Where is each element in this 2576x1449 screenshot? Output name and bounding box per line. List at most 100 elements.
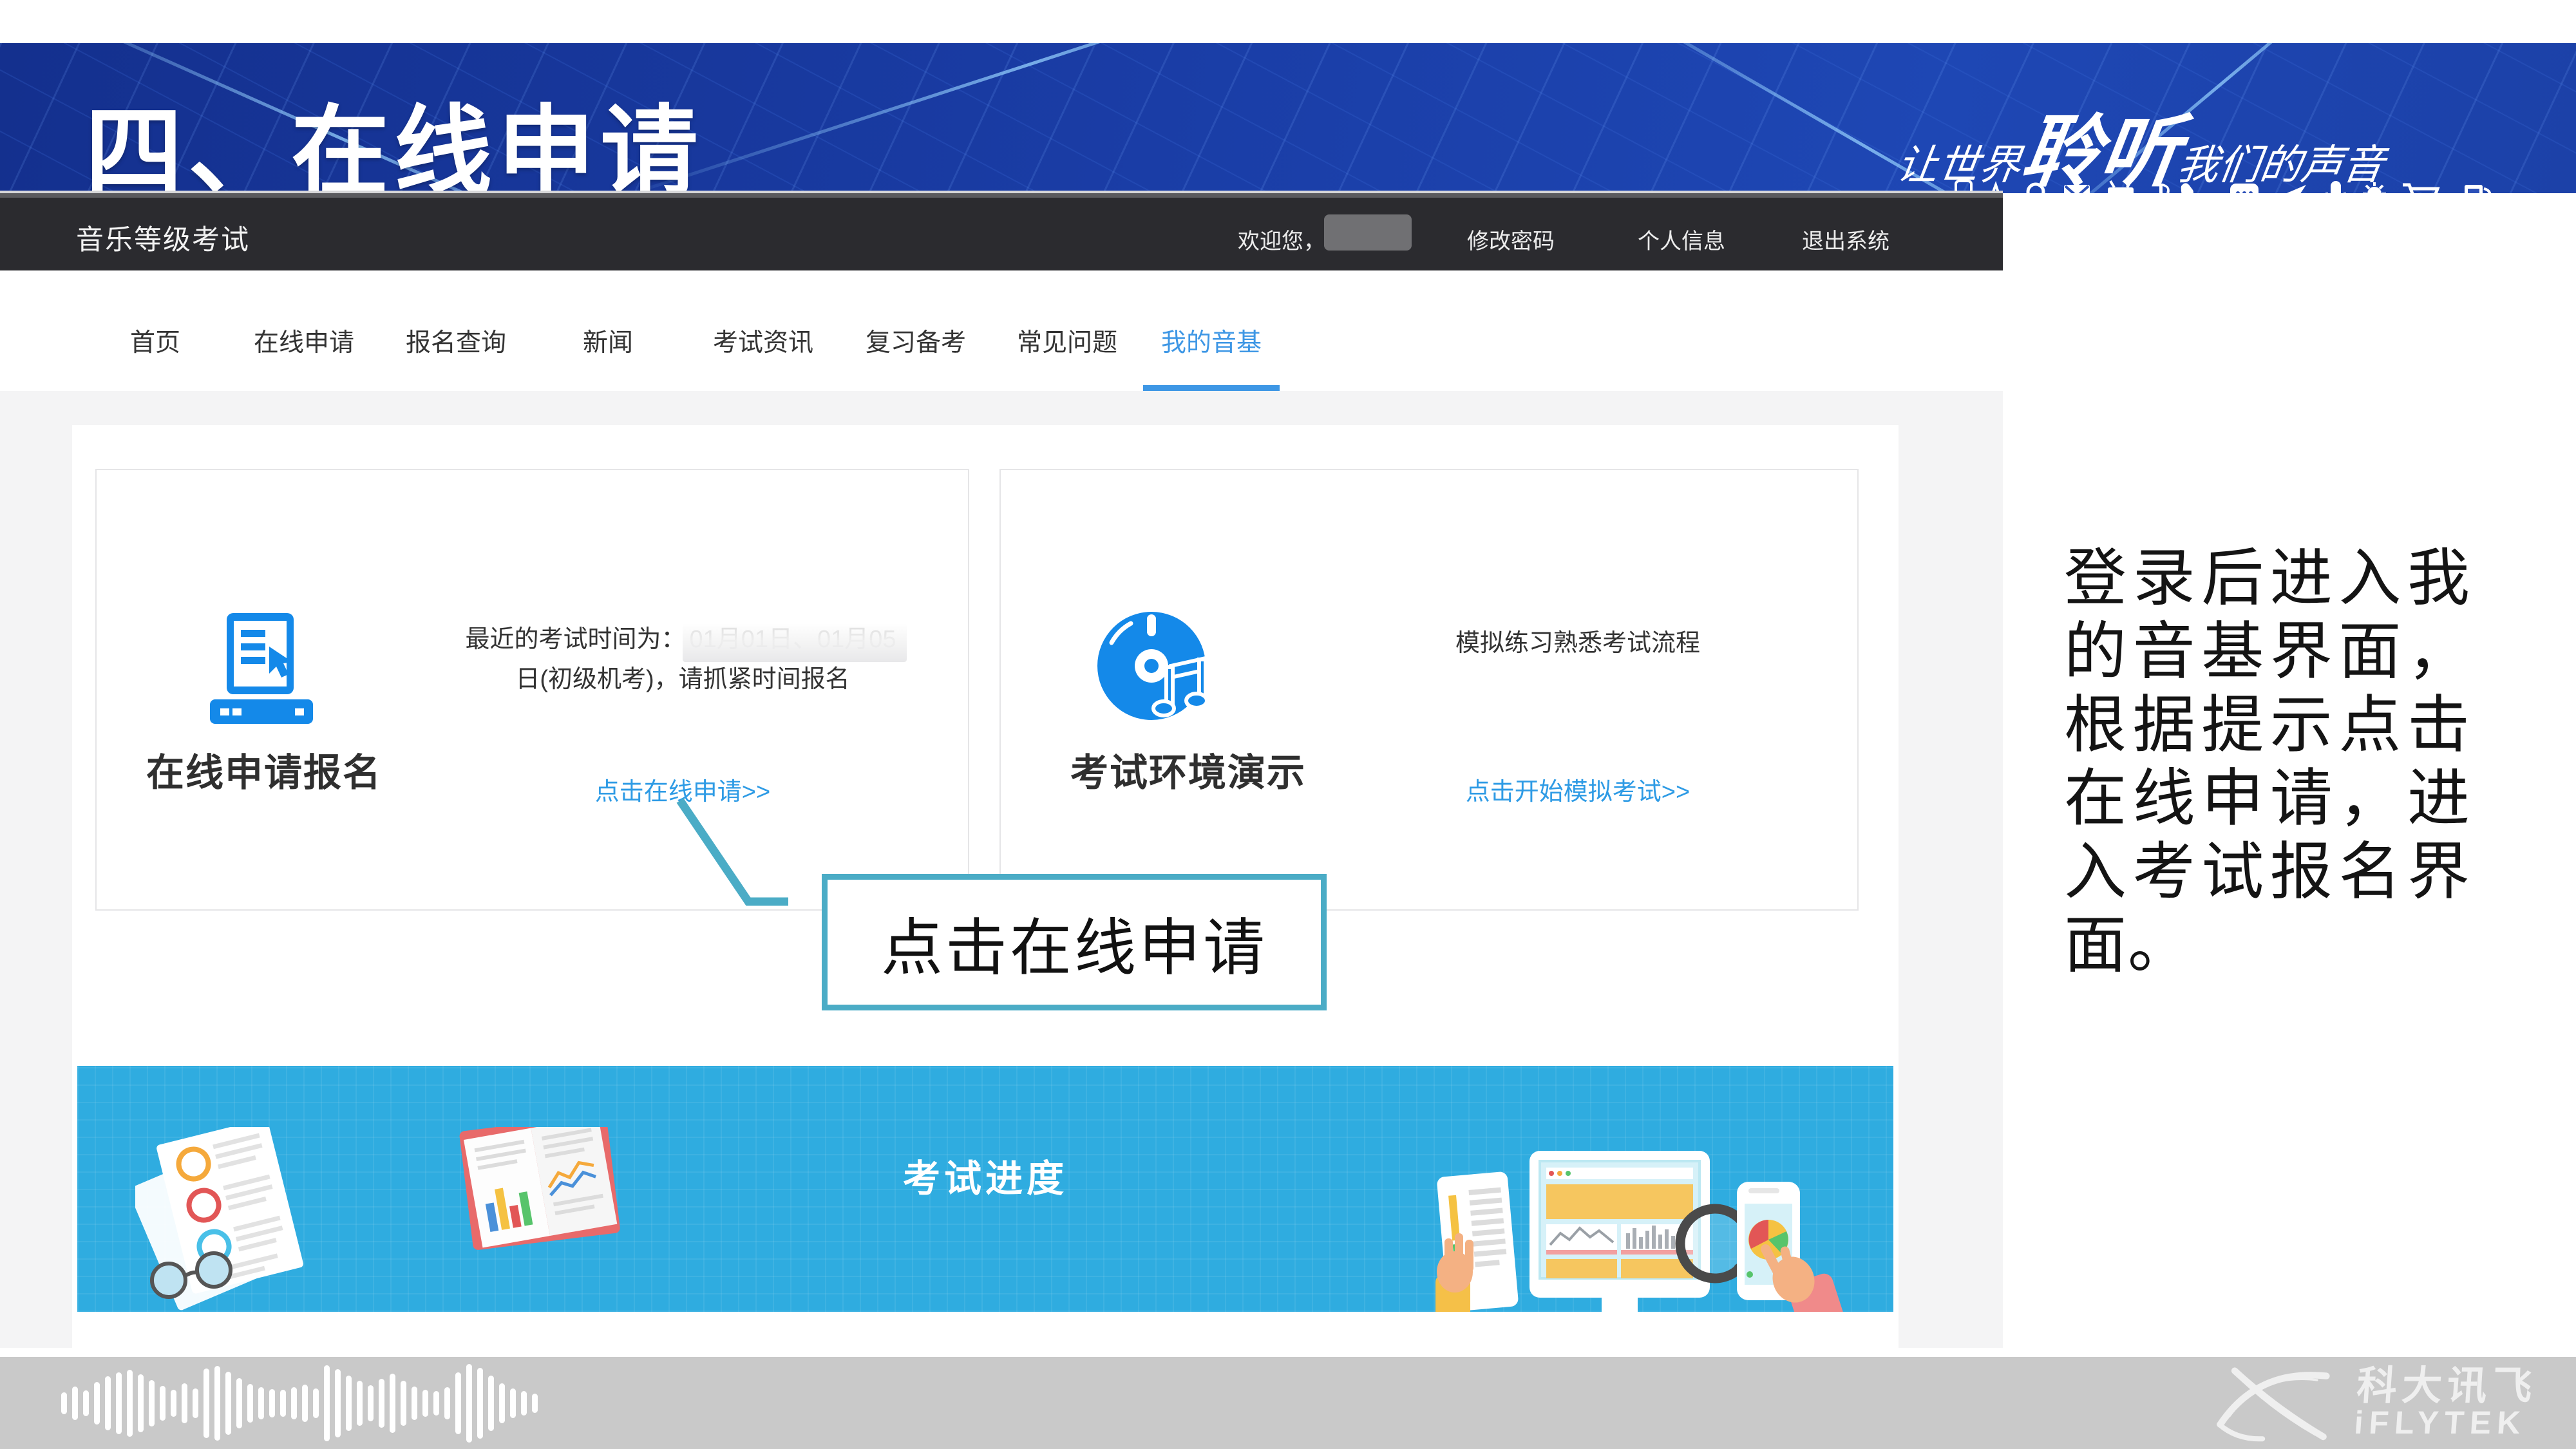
change-password-link[interactable]: 修改密码	[1467, 223, 1555, 255]
waveform-bar	[335, 1369, 341, 1437]
waveform-bar	[127, 1370, 133, 1437]
waveform-bar	[83, 1390, 89, 1416]
waveform-bar	[433, 1391, 439, 1416]
waveform-bar	[346, 1376, 352, 1431]
waveform-bar	[488, 1376, 494, 1431]
cart-icon	[2403, 185, 2438, 193]
username-redacted	[1324, 214, 1412, 251]
tab-news[interactable]: 新闻	[583, 323, 633, 359]
waveform-bar	[510, 1388, 516, 1418]
laptop-form-icon	[193, 613, 330, 731]
sun-icon	[2363, 182, 2386, 193]
slide-section-title: 四、在线申请	[85, 99, 703, 193]
waveform-bar	[72, 1387, 78, 1420]
tab-home[interactable]: 首页	[130, 323, 180, 359]
exam-progress-banner[interactable]: 考试进度	[77, 1066, 1893, 1312]
waveform-bar	[302, 1385, 308, 1422]
personal-info-link[interactable]: 个人信息	[1638, 223, 1725, 255]
tab-registration-query[interactable]: 报名查询	[406, 323, 506, 359]
card2-title: 考试环境演示	[1040, 742, 1336, 797]
waveform-bar	[193, 1388, 198, 1418]
iflytek-en-wordmark: iFLYTEK	[2353, 1407, 2536, 1440]
iflytek-swoosh-icon	[2202, 1365, 2344, 1442]
waveform-bar	[466, 1364, 472, 1443]
tab-my-yinji-active[interactable]: 我的音基	[1161, 323, 1262, 359]
brand-slogan-calligraphy: 让世界聆听我们的声音	[1892, 88, 2565, 193]
tab-online-apply[interactable]: 在线申请	[254, 323, 354, 359]
waveform-bar	[280, 1390, 286, 1417]
slide-note-text: 登录后进入我的音基界面，根据提示点击在线申请，进入考试报名界面。	[2064, 542, 2471, 983]
waveform-bar	[269, 1389, 275, 1417]
waveform-bar	[412, 1387, 417, 1420]
waveform-bar	[116, 1372, 122, 1434]
iflytek-logo: 科大讯飞 iFLYTEK	[2202, 1357, 2536, 1449]
waveform-logo	[61, 1357, 538, 1449]
waveform-bar	[379, 1379, 384, 1428]
waveform-bar	[324, 1365, 330, 1441]
waveform-bar	[444, 1387, 450, 1419]
waveform-bar	[149, 1380, 155, 1426]
waveform-bar	[368, 1385, 374, 1421]
waveform-bar	[236, 1378, 242, 1428]
page-bottom-edge	[0, 1348, 2003, 1357]
callout-text: 点击在线申请	[881, 898, 1267, 987]
exam-date-redacted: 01月01日、01月05	[685, 620, 900, 659]
phone-handset-icon	[2181, 183, 2210, 193]
waveform-bar	[499, 1383, 505, 1423]
slide-top-margin	[0, 0, 2576, 43]
waveform-bar	[401, 1381, 406, 1426]
waveform-bar	[521, 1391, 527, 1416]
waveform-bar	[357, 1381, 363, 1426]
main-nav: 首页 在线申请 报名查询 新闻 考试资讯 复习备考 常见问题 我的音基	[0, 270, 2003, 391]
waveform-bar	[247, 1384, 253, 1423]
notice-prefix: 最近的考试时间为：	[465, 626, 685, 653]
welcome-text: 欢迎您，	[1238, 223, 1325, 255]
active-tab-underline	[1143, 385, 1280, 391]
waveform-bar	[390, 1374, 395, 1433]
waveform-bar	[182, 1383, 187, 1423]
waveform-bar	[61, 1392, 67, 1414]
slogan-icon-strip	[1955, 180, 2508, 193]
card1-notice: 最近的考试时间为：01月01日、01月05 日(初级机考)，请抓紧时间报名	[399, 620, 966, 699]
waveform-bar	[204, 1368, 209, 1438]
iflytek-cn-wordmark: 科大讯飞	[2356, 1366, 2539, 1406]
hero-banner: 四、在线申请 让世界聆听我们的声音	[0, 43, 2576, 193]
waveform-bar	[138, 1374, 144, 1432]
waveform-bar	[422, 1390, 428, 1417]
tv-icon	[2108, 181, 2134, 193]
waveform-bar	[214, 1366, 220, 1441]
annotation-callout-box: 点击在线申请	[822, 874, 1327, 1010]
tab-faq[interactable]: 常见问题	[1017, 323, 1117, 359]
slide-footer: 科大讯飞 iFLYTEK	[0, 1357, 2576, 1449]
logout-link[interactable]: 退出系统	[1802, 223, 1889, 255]
notice-line2: 日(初级机考)，请抓紧时间报名	[515, 666, 849, 693]
search-icon	[2028, 184, 2049, 193]
mail-icon	[2064, 185, 2090, 193]
waveform-bar	[171, 1390, 176, 1417]
screenshot-top-edge	[0, 191, 2003, 198]
waveform-bar	[258, 1387, 264, 1419]
waveform-bar	[160, 1386, 166, 1421]
music-cd-icon	[1095, 607, 1224, 739]
tab-exam-info[interactable]: 考试资讯	[713, 323, 813, 359]
microphone-icon	[2327, 181, 2345, 193]
card1-title: 在线申请报名	[116, 742, 412, 797]
tab-review-prep[interactable]: 复习备考	[866, 323, 966, 359]
waveform-bar	[532, 1394, 538, 1413]
waveform-bar	[105, 1376, 111, 1430]
waveform-bar	[291, 1387, 297, 1419]
card2-desc: 模拟练习熟悉考试流程	[1307, 623, 1848, 663]
music-note-icon	[2151, 184, 2170, 193]
devices-illustration	[1433, 1148, 1845, 1312]
waveform-bar	[225, 1372, 231, 1435]
waveform-bar	[477, 1368, 483, 1439]
waveform-bar	[313, 1388, 319, 1418]
callout-connector-line	[644, 792, 850, 921]
plane-icon	[2271, 185, 2306, 193]
waveform-bar	[94, 1382, 100, 1425]
waveform-bar	[455, 1372, 461, 1434]
site-brand: 音乐等级考试	[76, 218, 250, 258]
start-mock-exam-link[interactable]: 点击开始模拟考试>>	[1307, 772, 1848, 807]
fuel-pump-icon	[2465, 185, 2490, 193]
chat-bubble-icon	[2230, 184, 2259, 193]
